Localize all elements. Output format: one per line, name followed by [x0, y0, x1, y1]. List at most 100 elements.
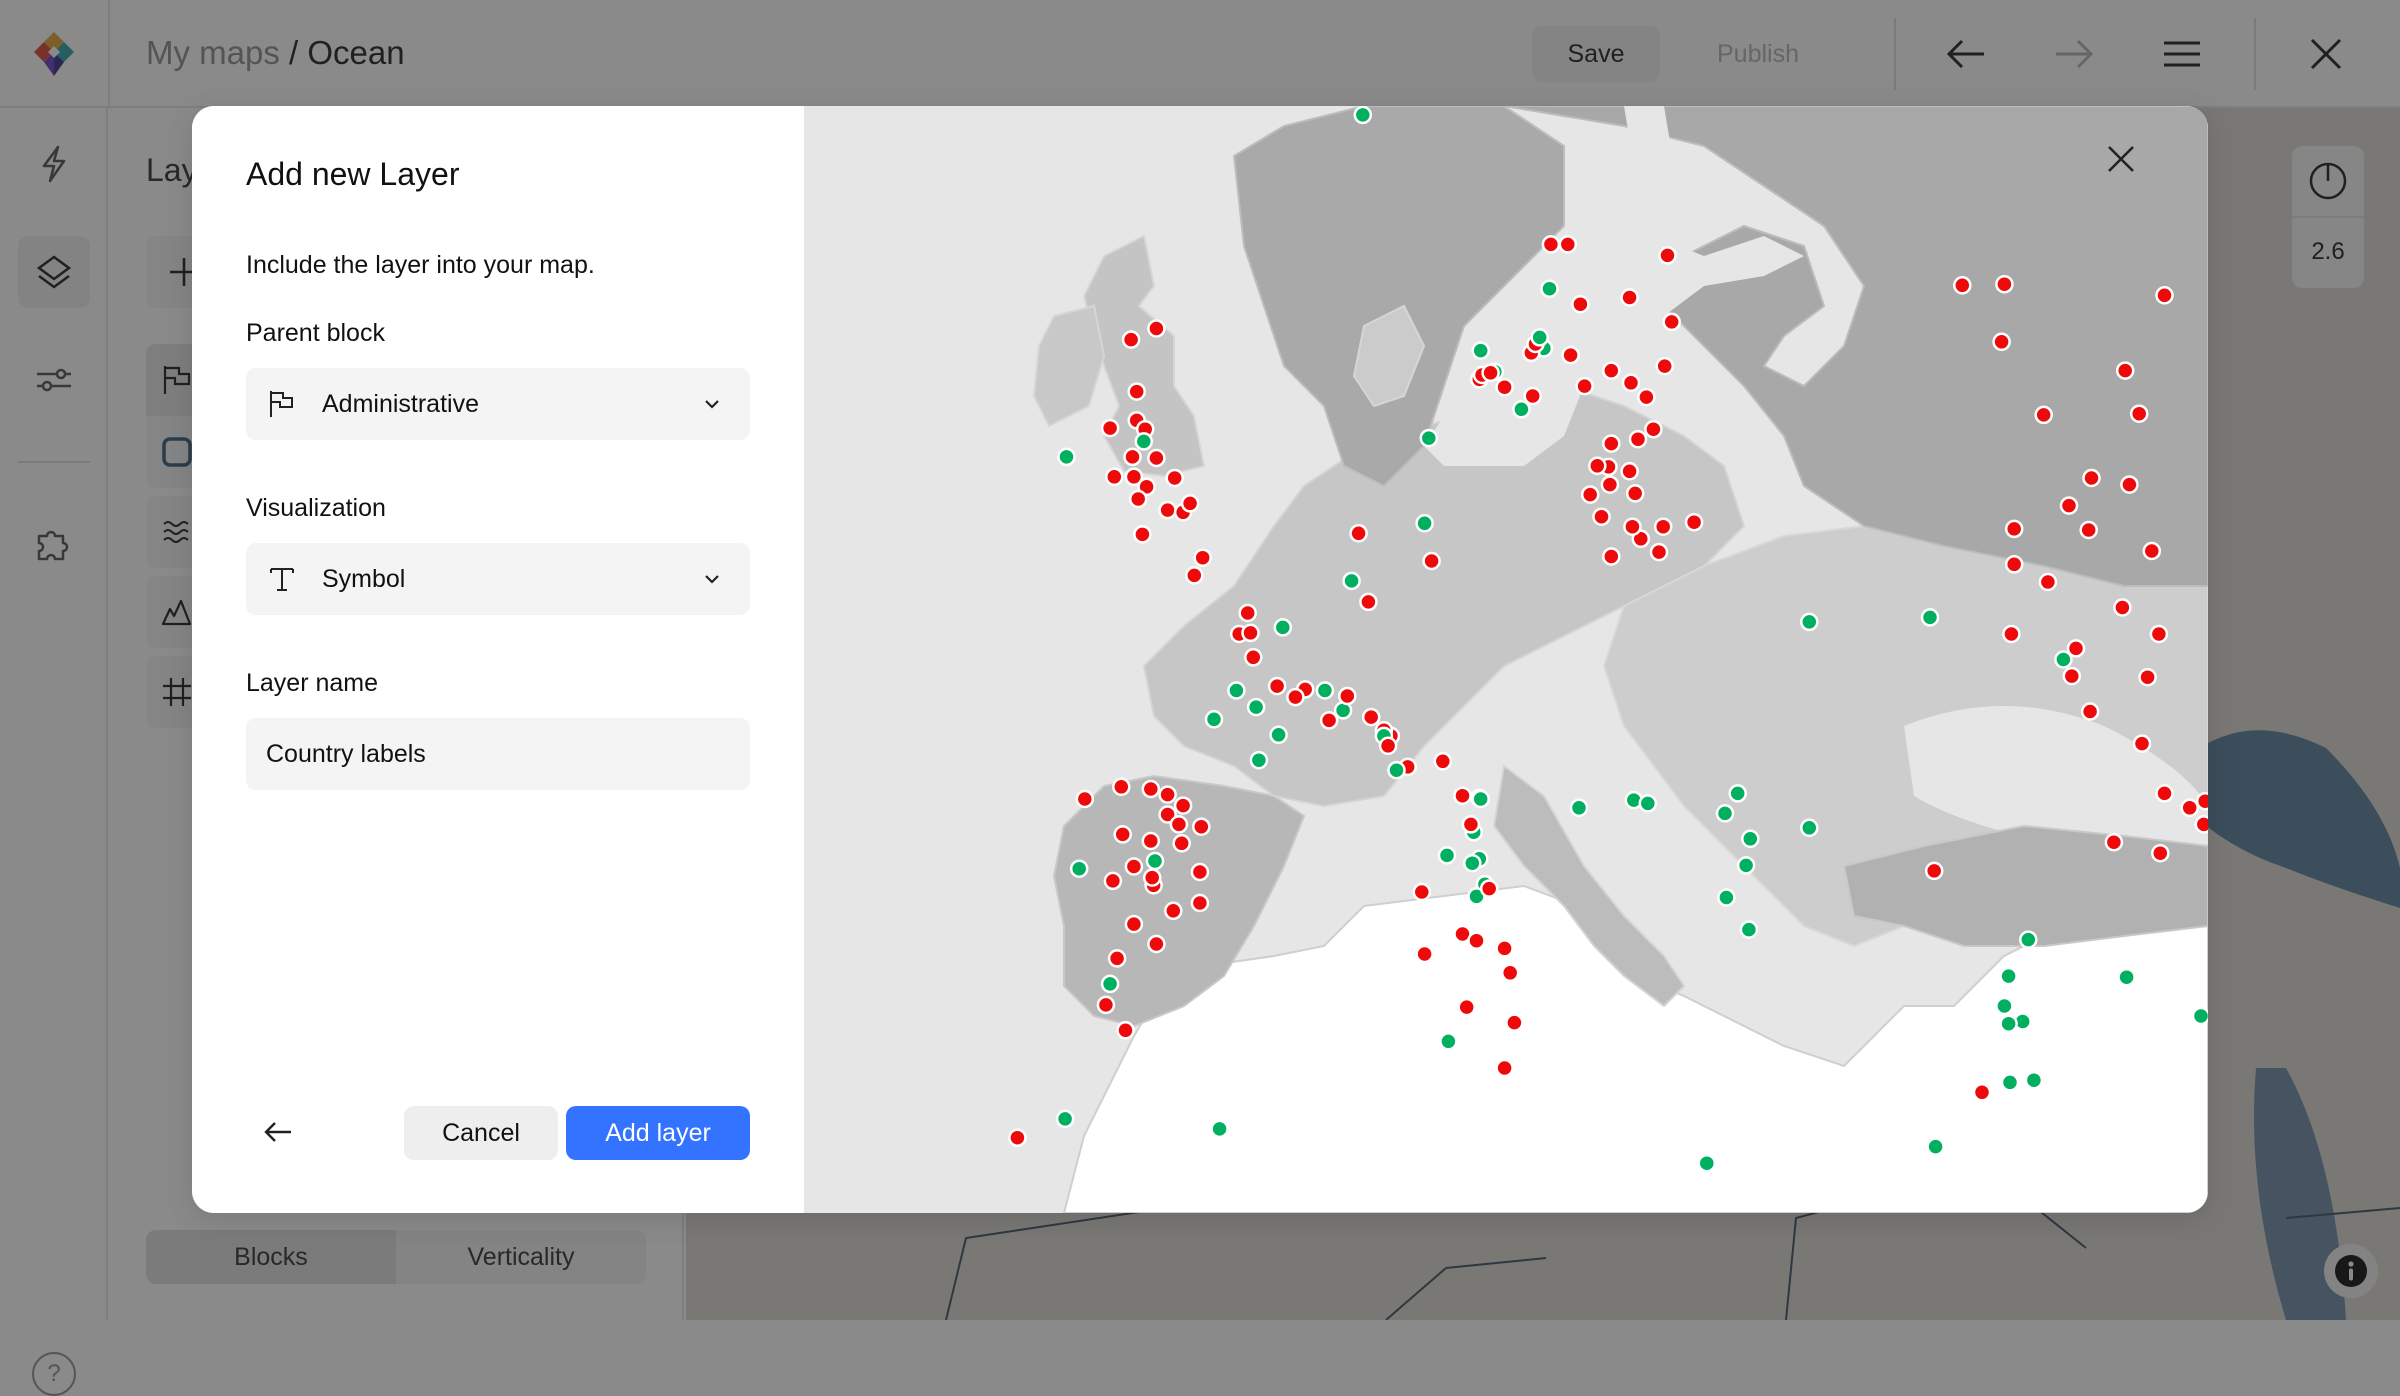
- map-marker-red: [1160, 502, 1176, 518]
- help-button[interactable]: ?: [32, 1352, 76, 1396]
- flag-icon: [267, 389, 297, 419]
- map-marker-green: [1136, 433, 1152, 449]
- map-marker-green: [2001, 1016, 2017, 1032]
- map-marker-red: [1560, 236, 1576, 252]
- map-marker-green: [1718, 890, 1734, 906]
- map-marker-red: [1360, 594, 1376, 610]
- map-marker-red: [1109, 950, 1125, 966]
- map-editor-app: My maps / Ocean Save Publish: [0, 0, 2400, 1320]
- map-marker-green: [1251, 752, 1267, 768]
- map-marker-green: [1473, 791, 1489, 807]
- map-marker-red: [1481, 881, 1497, 897]
- map-marker-red: [1594, 509, 1610, 525]
- map-marker-green: [1417, 515, 1433, 531]
- map-marker-green: [2002, 1074, 2018, 1090]
- map-marker-red: [1363, 709, 1379, 725]
- map-marker-red: [1118, 1022, 1134, 1038]
- map-marker-red: [1622, 290, 1638, 306]
- map-marker-green: [1248, 699, 1264, 715]
- map-marker-green: [1212, 1121, 1228, 1137]
- map-marker-red: [1623, 375, 1639, 391]
- map-marker-green: [1741, 922, 1757, 938]
- parent-block-select[interactable]: Administrative: [246, 368, 750, 440]
- map-marker-red: [1582, 487, 1598, 503]
- map-marker-red: [2182, 800, 2198, 816]
- map-marker-green: [2119, 969, 2135, 985]
- map-marker-green: [1532, 329, 1548, 345]
- map-marker-red: [1603, 549, 1619, 565]
- map-marker-red: [2157, 785, 2173, 801]
- map-marker-red: [1175, 798, 1191, 814]
- dialog-description: Include the layer into your map.: [246, 251, 595, 280]
- map-marker-red: [1602, 477, 1618, 493]
- map-marker-red: [2036, 407, 2052, 423]
- back-button[interactable]: [252, 1106, 304, 1158]
- map-marker-green: [2001, 968, 2017, 984]
- map-marker-green: [1738, 857, 1754, 873]
- map-marker-red: [1077, 791, 1093, 807]
- map-marker-red: [1525, 388, 1541, 404]
- map-marker-red: [1186, 567, 1202, 583]
- map-marker-green: [1275, 619, 1291, 635]
- map-marker-green: [1996, 998, 2012, 1014]
- map-marker-red: [1657, 358, 1673, 374]
- map-marker-red: [2157, 287, 2173, 303]
- map-marker-red: [1126, 859, 1142, 875]
- map-marker-red: [1506, 1015, 1522, 1031]
- map-marker-red: [1126, 916, 1142, 932]
- map-marker-red: [2131, 406, 2147, 422]
- preview-map-canvas: [804, 106, 2208, 1213]
- close-icon: [2104, 142, 2138, 176]
- map-marker-green: [1730, 785, 1746, 801]
- map-marker-red: [1160, 787, 1176, 803]
- map-marker-red: [1148, 450, 1164, 466]
- map-marker-green: [1571, 800, 1587, 816]
- map-marker-red: [1589, 458, 1605, 474]
- map-marker-red: [2151, 626, 2167, 642]
- map-marker-red: [1954, 277, 1970, 293]
- map-marker-red: [1664, 314, 1680, 330]
- map-marker-red: [2003, 626, 2019, 642]
- map-marker-red: [1106, 469, 1122, 485]
- map-marker-red: [1651, 544, 1667, 560]
- map-marker-red: [1113, 779, 1129, 795]
- cancel-button[interactable]: Cancel: [404, 1106, 558, 1160]
- map-marker-green: [1699, 1155, 1715, 1171]
- visualization-value: Symbol: [322, 565, 702, 594]
- map-marker-red: [1414, 884, 1430, 900]
- map-marker-red: [1182, 495, 1198, 511]
- map-marker-green: [1473, 343, 1489, 359]
- dialog-title: Add new Layer: [246, 156, 459, 193]
- map-marker-red: [1996, 276, 2012, 292]
- map-marker-red: [1497, 379, 1513, 395]
- map-marker-red: [1240, 605, 1256, 621]
- map-marker-green: [1206, 711, 1222, 727]
- map-marker-red: [1192, 895, 1208, 911]
- map-marker-red: [1622, 463, 1638, 479]
- map-marker-red: [1380, 738, 1396, 754]
- map-marker-green: [1057, 1111, 1073, 1127]
- map-marker-red: [1148, 321, 1164, 337]
- map-marker-green: [1717, 805, 1733, 821]
- map-marker-red: [1321, 712, 1337, 728]
- map-marker-red: [1125, 449, 1141, 465]
- dialog-close-button[interactable]: [2104, 142, 2156, 194]
- chevron-down-icon: [702, 394, 722, 414]
- map-marker-red: [1009, 1130, 1025, 1146]
- layer-name-input[interactable]: [246, 718, 750, 790]
- map-marker-green: [1059, 449, 1075, 465]
- map-marker-red: [2134, 736, 2150, 752]
- map-marker-red: [1926, 863, 1942, 879]
- map-marker-red: [2068, 640, 2084, 656]
- visualization-select[interactable]: Symbol: [246, 543, 750, 615]
- map-marker-green: [1102, 976, 1118, 992]
- map-marker-red: [1543, 236, 1559, 252]
- map-marker-green: [1147, 853, 1163, 869]
- question-mark-icon: ?: [47, 1360, 60, 1388]
- map-marker-red: [2140, 669, 2156, 685]
- map-marker-red: [1115, 826, 1131, 842]
- map-marker-red: [2152, 845, 2168, 861]
- map-marker-red: [1686, 514, 1702, 530]
- add-layer-button[interactable]: Add layer: [566, 1106, 750, 1160]
- map-marker-red: [2082, 704, 2098, 720]
